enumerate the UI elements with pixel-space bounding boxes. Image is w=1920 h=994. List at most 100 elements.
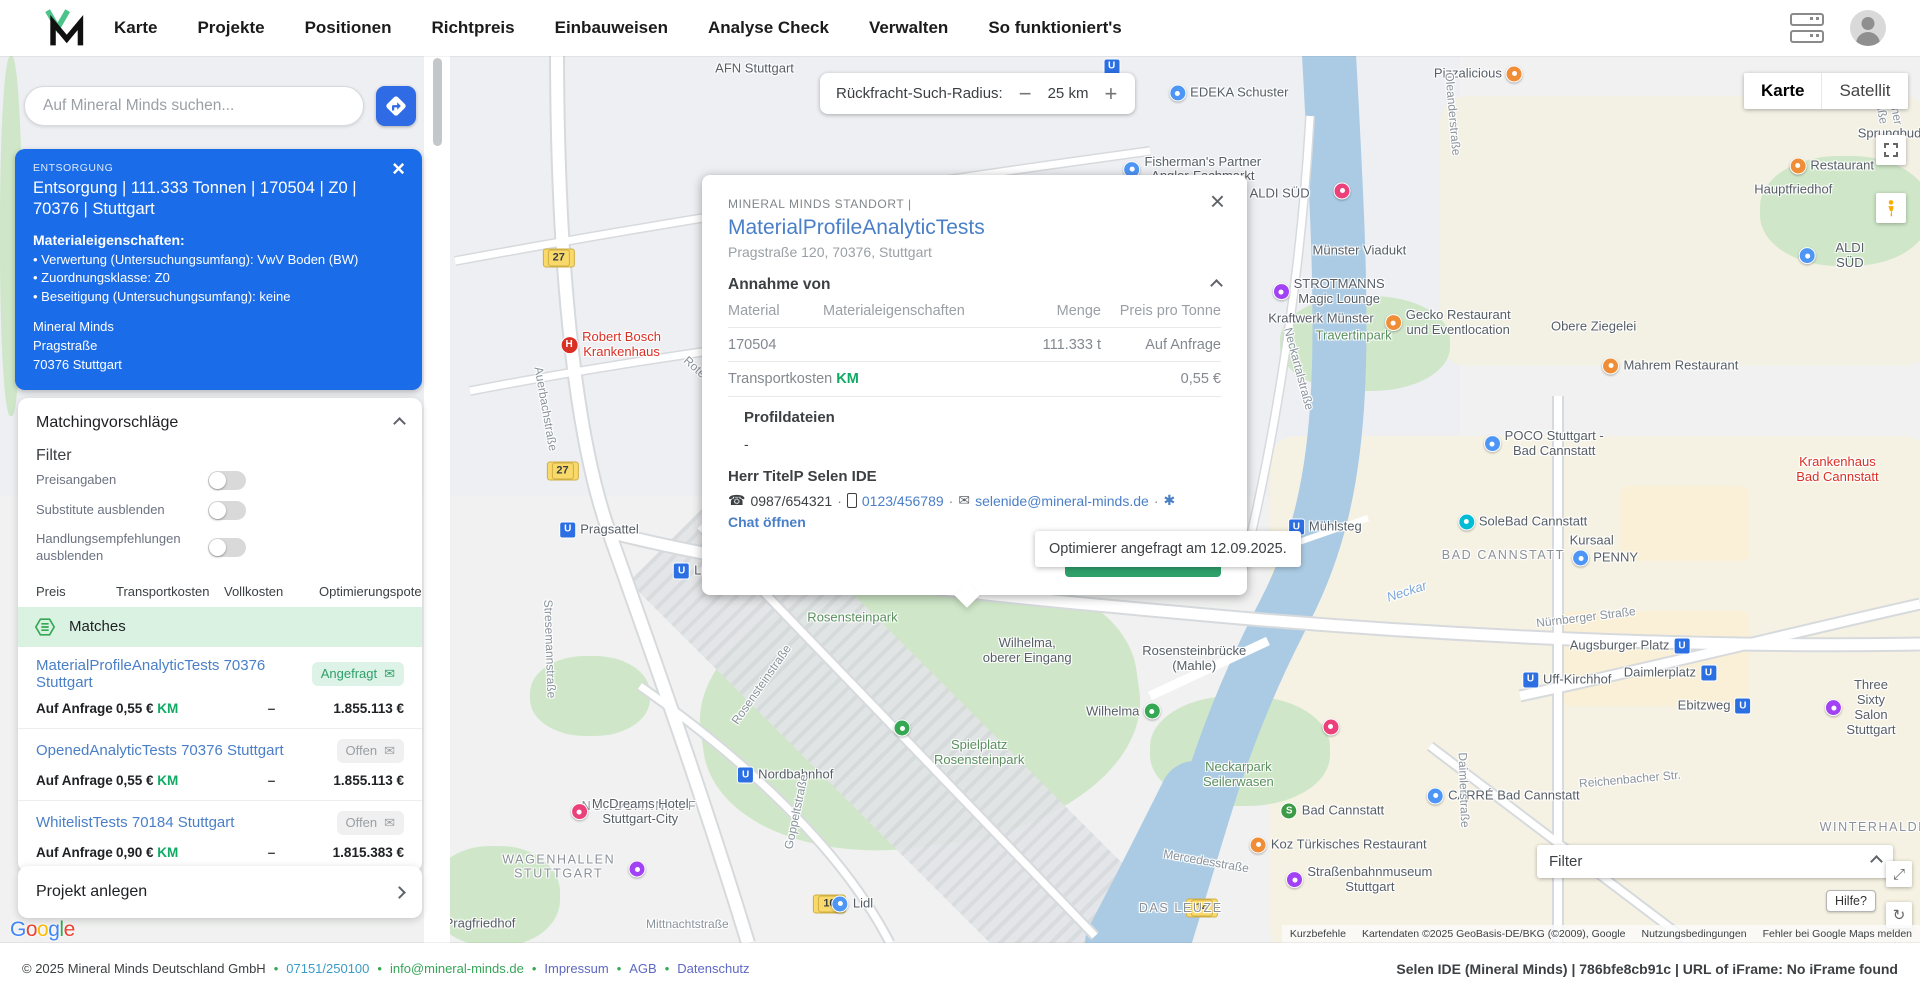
match-title-link[interactable]: OpenedAnalyticTests 70376 Stuttgart	[36, 742, 284, 759]
poi-pin-icon[interactable]	[1272, 283, 1290, 301]
map-marker-augsburger-platz[interactable]: Augsburger Platz U	[1570, 637, 1691, 655]
map-marker-three-sixty[interactable]: Three Sixty Salon Stuttgart	[1825, 677, 1896, 738]
map-marker-koz-t-rkisches-restaurant[interactable]: Koz Türkisches Restaurant	[1249, 836, 1427, 854]
server-stack-icon[interactable]	[1790, 13, 1824, 43]
map-marker-poco-stuttgart-[interactable]: POCO Stuttgart - Bad Cannstatt	[1483, 428, 1604, 459]
map-marker-daimlerplatz[interactable]: Daimlerplatz U	[1624, 664, 1718, 682]
nav-item-projekte[interactable]: Projekte	[197, 18, 264, 38]
search-input[interactable]	[24, 86, 364, 126]
poi-pin-icon[interactable]	[1286, 871, 1304, 889]
poi-pin-icon[interactable]	[1333, 182, 1351, 200]
attribution-item[interactable]: Fehler bei Google Maps melden	[1763, 928, 1912, 940]
ubahn-icon[interactable]: U	[1673, 637, 1691, 655]
nav-item-richtpreis[interactable]: Richtpreis	[431, 18, 514, 38]
map-marker-27[interactable]: 27	[546, 461, 579, 481]
poi-pin-icon[interactable]	[1249, 836, 1267, 854]
map-filter-panel[interactable]: Filter	[1537, 845, 1893, 878]
poi-pin-icon[interactable]	[893, 719, 911, 737]
toggle-switch[interactable]	[208, 471, 246, 490]
map-marker-uff-kirchhof[interactable]: U Uff-Kirchhof	[1522, 671, 1611, 689]
toggle-switch[interactable]	[208, 501, 246, 520]
sidebar-scrollbar-thumb[interactable]	[433, 58, 442, 146]
map-marker-edeka-schuster[interactable]: EDEKA Schuster	[1169, 84, 1288, 102]
radius-decrease-button[interactable]: −	[1017, 82, 1034, 105]
map-marker-m-nster-viadukt[interactable]: Münster Viadukt	[1313, 243, 1407, 259]
chat-link[interactable]: Chat öffnen	[728, 514, 806, 530]
phone-number[interactable]: 0987/654321	[750, 493, 832, 509]
nav-item-verwalten[interactable]: Verwalten	[869, 18, 948, 38]
ubahn-icon[interactable]: U	[1734, 697, 1752, 715]
poi-pin-icon[interactable]	[1602, 357, 1620, 375]
hospital-icon[interactable]: H	[560, 336, 579, 355]
help-button[interactable]: Hilfe?	[1826, 890, 1876, 912]
poi-pin-icon[interactable]	[831, 895, 849, 913]
mineral-minds-logo-icon[interactable]	[42, 7, 86, 49]
attribution-item[interactable]: Kurzbefehle	[1290, 928, 1346, 940]
map-marker-robert-bosch[interactable]: H Robert Bosch Krankenhaus	[560, 329, 661, 360]
ubahn-icon[interactable]: U	[737, 766, 755, 784]
poi-pin-icon[interactable]	[1457, 513, 1475, 531]
map-marker-kraftwerk-m-nster[interactable]: Kraftwerk Münster	[1268, 311, 1373, 327]
map-marker-gecko-restaurant[interactable]: Gecko Restaurant und Eventlocation	[1384, 307, 1511, 338]
poi-pin-icon[interactable]	[1505, 65, 1523, 83]
footer-link-datenschutz[interactable]: Datenschutz	[677, 961, 749, 976]
chevron-up-icon[interactable]	[1870, 855, 1883, 868]
nav-item-positionen[interactable]: Positionen	[305, 18, 392, 38]
attribution-item[interactable]: Nutzungsbedingungen	[1641, 928, 1746, 940]
map-marker-restaurant[interactable]: Restaurant	[1789, 157, 1874, 175]
map-marker-mcdreams-hotel[interactable]: McDreams Hotel Stuttgart-City	[570, 796, 689, 827]
poi-pin-icon[interactable]	[628, 860, 646, 878]
map-marker-obere-ziegelei[interactable]: Obere Ziegelei	[1551, 318, 1636, 334]
sbahn-icon[interactable]: S	[1280, 802, 1298, 820]
footer-email-link[interactable]: info@mineral-minds.de	[390, 961, 524, 976]
map-marker-kursaal[interactable]: Kursaal	[1570, 533, 1614, 549]
radius-increase-button[interactable]: +	[1102, 82, 1119, 105]
map-marker-aldi-s-d[interactable]: ALDI SÜD	[1799, 240, 1880, 271]
nav-item-so-funktioniert-s[interactable]: So funktioniert's	[988, 18, 1121, 38]
map-marker-27[interactable]: 27	[542, 248, 575, 268]
map-marker-rosensteinbr-cke[interactable]: Rosensteinbrücke (Mahle)	[1142, 643, 1246, 674]
collapse-chevron-icon[interactable]	[1210, 278, 1223, 292]
nav-item-einbauweisen[interactable]: Einbauweisen	[555, 18, 668, 38]
ubahn-icon[interactable]: U	[559, 521, 577, 539]
map-marker-poi-purple[interactable]	[628, 860, 646, 878]
ubahn-icon[interactable]: U	[1522, 671, 1540, 689]
nav-item-analyse-check[interactable]: Analyse Check	[708, 18, 829, 38]
user-avatar[interactable]	[1850, 10, 1886, 46]
map-marker-poi-green[interactable]	[893, 719, 911, 737]
email-link[interactable]: selenide@mineral-minds.de	[975, 493, 1149, 509]
footer-link-impressum[interactable]: Impressum	[544, 961, 608, 976]
mobile-number[interactable]: 0123/456789	[862, 493, 944, 509]
map-marker-poi-pink[interactable]	[1333, 182, 1351, 200]
map-marker-penny[interactable]: PENNY	[1572, 549, 1638, 567]
poi-pin-icon[interactable]	[1572, 549, 1590, 567]
close-icon[interactable]: ×	[1204, 185, 1231, 218]
map-marker-mahrem-restaurant[interactable]: Mahrem Restaurant	[1602, 357, 1738, 375]
map-marker-wilhelma-[interactable]: Wilhelma, oberer Eingang	[983, 635, 1072, 666]
popup-title[interactable]: MaterialProfileAnalyticTests	[728, 216, 1221, 240]
poi-pin-icon[interactable]	[1322, 718, 1340, 736]
poi-pin-icon[interactable]	[1483, 435, 1501, 453]
map-marker-wilhelma[interactable]: Wilhelma	[1086, 702, 1161, 720]
map-marker-lidl[interactable]: Lidl	[831, 895, 873, 913]
footer-link-agb[interactable]: AGB	[629, 961, 656, 976]
map-marker-hauptfriedhof[interactable]: Hauptfriedhof	[1754, 182, 1832, 197]
create-project-button[interactable]: Projekt anlegen	[18, 866, 422, 918]
map-marker-stra-enbahnmuseum[interactable]: Straßenbahnmuseum Stuttgart	[1286, 864, 1432, 895]
map-marker-strotmanns[interactable]: STROTMANNS Magic Lounge	[1272, 276, 1385, 307]
tilt-control-button[interactable]: ⤢	[1886, 861, 1912, 887]
google-logo[interactable]: Google	[10, 918, 75, 942]
match-title-link[interactable]: WhitelistTests 70184 Stuttgart	[36, 814, 234, 831]
poi-pin-icon[interactable]	[1789, 157, 1807, 175]
ubahn-icon[interactable]: U	[1700, 664, 1718, 682]
map-type-satellit[interactable]: Satellit	[1821, 73, 1907, 109]
directions-button[interactable]	[376, 86, 416, 126]
fullscreen-button[interactable]	[1876, 135, 1906, 165]
map-marker-ebitzweg[interactable]: Ebitzweg U	[1678, 697, 1752, 715]
collapse-chevron-icon[interactable]	[393, 416, 406, 430]
map-marker-pragfriedhof[interactable]: Pragfriedhof	[445, 916, 516, 932]
match-title-link[interactable]: MaterialProfileAnalyticTests 70376 Stutt…	[36, 657, 312, 691]
poi-pin-icon[interactable]	[1384, 314, 1402, 332]
map-marker-solebad-cannstatt[interactable]: SoleBad Cannstatt	[1457, 513, 1587, 531]
map-marker-poi-pink[interactable]	[1322, 718, 1340, 736]
